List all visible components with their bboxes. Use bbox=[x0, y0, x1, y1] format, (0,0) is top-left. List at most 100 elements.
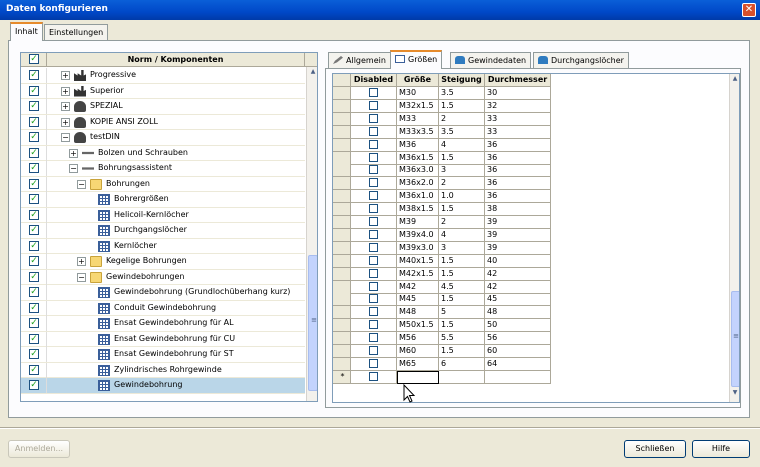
cell-groesse[interactable]: M48 bbox=[397, 306, 439, 320]
new-table-row[interactable]: * bbox=[333, 370, 553, 384]
expand-icon[interactable]: + bbox=[69, 148, 78, 158]
tab-gewindedaten[interactable]: Gewindedaten bbox=[450, 52, 532, 69]
cell-durchmesser[interactable]: 64 bbox=[485, 357, 551, 371]
cell-durchmesser[interactable]: 33 bbox=[485, 125, 551, 139]
col-header-steigung[interactable]: Steigung bbox=[439, 74, 485, 87]
cell-durchmesser[interactable]: 60 bbox=[485, 345, 551, 358]
cell-groesse[interactable]: M30 bbox=[397, 87, 439, 100]
disabled-checkbox[interactable] bbox=[369, 281, 378, 291]
col-header-groesse[interactable]: Größe bbox=[397, 74, 439, 87]
row-checkbox[interactable]: ✓ bbox=[29, 194, 39, 204]
cell-steigung[interactable]: 1.5 bbox=[439, 151, 485, 165]
disabled-checkbox[interactable] bbox=[369, 88, 378, 97]
cell-groesse[interactable]: M65 bbox=[397, 357, 439, 371]
sizes-grid[interactable]: Disabled Größe Steigung Durchmesser M30 3… bbox=[332, 73, 740, 403]
table-row[interactable]: M65 6 64 bbox=[333, 357, 553, 371]
row-header[interactable] bbox=[333, 125, 351, 139]
table-row[interactable]: M60 1.5 60 bbox=[333, 345, 553, 358]
disabled-checkbox[interactable] bbox=[369, 294, 378, 304]
disabled-checkbox[interactable] bbox=[369, 358, 378, 368]
cell-steigung[interactable]: 2 bbox=[439, 112, 485, 126]
row-header[interactable] bbox=[333, 306, 351, 320]
cell-groesse[interactable]: M36x1.5 bbox=[397, 151, 439, 165]
cell-groesse[interactable]: M36 bbox=[397, 138, 439, 152]
row-checkbox[interactable]: ✓ bbox=[29, 271, 39, 282]
row-header[interactable] bbox=[333, 164, 351, 178]
row-checkbox[interactable]: ✓ bbox=[29, 302, 39, 313]
cell-steigung[interactable]: 4 bbox=[439, 228, 485, 242]
tree-row[interactable]: ✓ Zylindrisches Rohrgewinde bbox=[21, 362, 305, 378]
cell-groesse[interactable]: M33x3.5 bbox=[397, 125, 439, 139]
row-header[interactable] bbox=[333, 254, 351, 268]
tree-row[interactable]: ✓ − testDIN bbox=[21, 130, 305, 146]
cell-groesse[interactable]: M39x3.0 bbox=[397, 241, 439, 255]
cell-steigung[interactable]: 4.5 bbox=[439, 280, 485, 294]
tree-row[interactable]: ✓ + Progressive bbox=[21, 68, 305, 84]
cell-groesse[interactable]: M60 bbox=[397, 345, 439, 358]
cell-steigung[interactable]: 3.5 bbox=[439, 87, 485, 100]
grid-scroll-thumb[interactable]: ≡ bbox=[731, 291, 739, 387]
collapse-icon[interactable]: − bbox=[77, 272, 86, 282]
cell-durchmesser[interactable]: 36 bbox=[485, 151, 551, 165]
disabled-checkbox[interactable] bbox=[369, 229, 378, 239]
table-row[interactable]: M36x2.0 2 36 bbox=[333, 177, 553, 191]
tree-row[interactable]: ✓ + Kegelige Bohrungen bbox=[21, 254, 305, 270]
table-row[interactable]: M40x1.5 1.5 40 bbox=[333, 254, 553, 268]
cell-groesse[interactable]: M45 bbox=[397, 293, 439, 307]
disabled-checkbox[interactable] bbox=[369, 191, 378, 201]
tab-allgemein[interactable]: Allgemein bbox=[328, 52, 391, 69]
scroll-down-icon[interactable]: ▼ bbox=[730, 389, 739, 401]
disabled-checkbox[interactable] bbox=[369, 346, 378, 355]
collapse-icon[interactable]: − bbox=[61, 133, 70, 142]
table-row[interactable]: M30 3.5 30 bbox=[333, 87, 553, 100]
component-tree[interactable]: ✓ Norm / Komponenten ✓ + Progressive ✓ + Supe… bbox=[20, 52, 318, 402]
disabled-checkbox[interactable] bbox=[369, 139, 378, 149]
expand-icon[interactable]: + bbox=[61, 102, 70, 111]
table-row[interactable]: M45 1.5 45 bbox=[333, 293, 553, 307]
table-row[interactable]: M32x1.5 1.5 32 bbox=[333, 99, 553, 113]
row-checkbox[interactable]: ✓ bbox=[29, 209, 39, 220]
row-checkbox[interactable]: ✓ bbox=[29, 349, 39, 359]
cell-steigung[interactable]: 1.5 bbox=[439, 99, 485, 113]
help-button[interactable]: Hilfe bbox=[692, 440, 750, 458]
cell-steigung[interactable]: 5.5 bbox=[439, 332, 485, 346]
cell-groesse[interactable]: M39x4.0 bbox=[397, 228, 439, 242]
row-header[interactable] bbox=[333, 151, 351, 165]
cell-durchmesser[interactable]: 39 bbox=[485, 241, 551, 255]
tree-row[interactable]: ✓ Gewindebohrung (Grundlochüberhang kurz) bbox=[21, 285, 305, 301]
tree-row[interactable]: ✓ − Gewindebohrungen bbox=[21, 269, 305, 285]
table-row[interactable]: M38x1.5 1.5 38 bbox=[333, 203, 553, 217]
cell-steigung[interactable]: 6 bbox=[439, 357, 485, 371]
cell-groesse[interactable]: M40x1.5 bbox=[397, 254, 439, 268]
table-row[interactable]: M39x3.0 3 39 bbox=[333, 241, 553, 255]
disabled-checkbox[interactable] bbox=[369, 100, 378, 110]
cell-durchmesser[interactable]: 50 bbox=[485, 319, 551, 333]
select-all-checkbox[interactable]: ✓ bbox=[29, 54, 39, 64]
cell-groesse[interactable]: M36x1.0 bbox=[397, 190, 439, 204]
row-header[interactable] bbox=[333, 203, 351, 217]
row-checkbox[interactable]: ✓ bbox=[29, 70, 39, 80]
cell-groesse[interactable]: M56 bbox=[397, 332, 439, 346]
row-header[interactable] bbox=[333, 332, 351, 346]
cell-durchmesser[interactable]: 36 bbox=[485, 177, 551, 191]
tab-durchgangsloecher[interactable]: Durchgangslöcher bbox=[533, 52, 629, 69]
expand-icon[interactable]: + bbox=[61, 71, 70, 80]
cell-groesse[interactable]: M36x3.0 bbox=[397, 164, 439, 178]
tree-header-label[interactable]: Norm / Komponenten bbox=[47, 53, 305, 67]
tree-row[interactable]: ✓ − Bohrungen bbox=[21, 176, 305, 192]
tree-scroll-thumb[interactable]: ≡ bbox=[308, 255, 317, 391]
cell-steigung[interactable]: 4 bbox=[439, 138, 485, 152]
tree-row[interactable]: ✓ + Bolzen und Schrauben bbox=[21, 145, 305, 161]
row-header[interactable] bbox=[333, 357, 351, 371]
cell-groesse[interactable]: M50x1.5 bbox=[397, 319, 439, 333]
row-checkbox[interactable]: ✓ bbox=[29, 101, 39, 111]
cell-groesse[interactable]: M39 bbox=[397, 216, 439, 229]
cell-durchmesser[interactable]: 42 bbox=[485, 267, 551, 281]
cell-steigung[interactable]: 1.5 bbox=[439, 293, 485, 307]
cell-steigung[interactable]: 1.5 bbox=[439, 345, 485, 358]
tree-row[interactable]: ✓ + Superior bbox=[21, 83, 305, 99]
close-icon[interactable]: ✕ bbox=[742, 3, 756, 17]
cell-steigung[interactable]: 1.5 bbox=[439, 203, 485, 217]
cell-durchmesser[interactable]: 40 bbox=[485, 254, 551, 268]
tab-einstellungen[interactable]: Einstellungen bbox=[44, 24, 109, 41]
